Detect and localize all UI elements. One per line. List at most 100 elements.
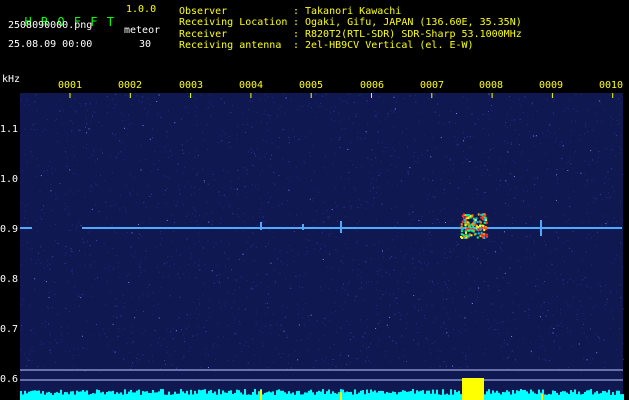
noise-pixel <box>244 308 246 310</box>
noise-pixel <box>154 330 156 332</box>
signal-bar <box>170 394 172 400</box>
noise-pixel <box>79 129 81 131</box>
noise-pixel <box>412 211 414 213</box>
noise-pixel <box>427 198 429 200</box>
noise-pixel <box>443 123 445 125</box>
noise-pixel <box>263 113 265 115</box>
noise-pixel <box>622 343 624 345</box>
signal-bar <box>138 389 140 400</box>
noise-pixel <box>393 270 395 271</box>
noise-pixel <box>530 136 531 138</box>
noise-pixel <box>383 256 384 258</box>
signal-bar <box>380 390 382 400</box>
noise-pixel <box>47 169 48 171</box>
noise-pixel <box>20 229 22 231</box>
noise-pixel <box>334 249 336 251</box>
meteor-echo <box>483 237 486 239</box>
noise-pixel <box>298 286 300 288</box>
noise-pixel <box>406 322 408 324</box>
noise-pixel <box>290 368 292 370</box>
x-tick-label: 0006 <box>359 80 385 91</box>
noise-pixel <box>415 101 417 103</box>
noise-pixel <box>220 98 222 100</box>
noise-pixel <box>407 173 409 175</box>
noise-pixel <box>449 247 450 249</box>
signal-bar <box>154 392 156 400</box>
noise-pixel <box>597 336 599 338</box>
noise-pixel <box>169 295 171 297</box>
noise-pixel <box>416 229 418 231</box>
signal-bar <box>240 392 242 400</box>
noise-pixel <box>64 263 66 264</box>
noise-pixel <box>370 258 372 260</box>
noise-pixel <box>336 221 338 223</box>
noise-pixel <box>163 338 165 340</box>
noise-pixel <box>538 230 540 232</box>
noise-pixel <box>409 95 411 97</box>
noise-pixel <box>375 157 377 159</box>
noise-pixel <box>456 139 458 141</box>
noise-pixel <box>411 205 413 207</box>
noise-pixel <box>390 164 392 166</box>
noise-pixel <box>285 278 287 280</box>
noise-pixel <box>436 317 438 319</box>
noise-pixel <box>175 205 177 207</box>
noise-pixel <box>396 185 398 187</box>
noise-pixel <box>428 194 430 196</box>
noise-pixel <box>144 108 145 110</box>
noise-pixel <box>182 149 184 151</box>
noise-pixel <box>252 244 254 246</box>
noise-pixel <box>123 159 125 161</box>
noise-pixel <box>391 155 393 157</box>
noise-pixel <box>406 360 407 362</box>
noise-pixel <box>143 202 145 204</box>
noise-pixel <box>50 332 52 334</box>
noise-pixel <box>328 216 330 218</box>
noise-pixel <box>257 284 259 286</box>
noise-pixel <box>167 346 169 348</box>
signal-bar <box>608 389 610 400</box>
signal-bar <box>222 390 224 400</box>
noise-pixel <box>405 327 406 329</box>
noise-pixel <box>395 342 397 344</box>
noise-pixel <box>453 329 455 331</box>
noise-pixel <box>185 328 187 329</box>
noise-pixel <box>400 314 402 316</box>
noise-pixel <box>174 350 176 352</box>
noise-pixel <box>285 97 287 99</box>
signal-bar <box>22 394 24 400</box>
noise-pixel <box>600 290 602 292</box>
noise-pixel <box>425 337 427 339</box>
noise-pixel <box>268 115 270 117</box>
noise-pixel <box>348 324 350 326</box>
signal-bar <box>268 391 270 400</box>
noise-pixel <box>90 121 92 123</box>
signal-bar <box>296 391 298 400</box>
signal-bar <box>426 390 428 400</box>
noise-pixel <box>213 348 215 350</box>
noise-pixel <box>380 269 382 271</box>
noise-pixel <box>316 242 318 244</box>
noise-pixel <box>378 339 380 341</box>
noise-pixel <box>330 267 332 269</box>
noise-pixel <box>573 191 574 193</box>
noise-pixel <box>375 308 377 310</box>
noise-pixel <box>29 304 31 306</box>
noise-pixel <box>393 110 395 112</box>
noise-pixel <box>137 361 139 363</box>
noise-pixel <box>86 348 88 350</box>
noise-pixel <box>28 248 30 250</box>
noise-pixel <box>471 113 473 115</box>
noise-pixel <box>549 123 551 125</box>
signal-bar <box>156 392 158 400</box>
noise-pixel <box>289 180 291 182</box>
noise-pixel <box>115 94 117 95</box>
noise-pixel <box>515 327 517 329</box>
noise-pixel <box>204 263 206 265</box>
noise-pixel <box>273 361 275 363</box>
noise-pixel <box>315 360 317 362</box>
meteor-bar <box>462 378 484 400</box>
noise-pixel <box>569 206 571 208</box>
noise-pixel <box>139 266 141 268</box>
meteor-echo <box>468 227 471 230</box>
